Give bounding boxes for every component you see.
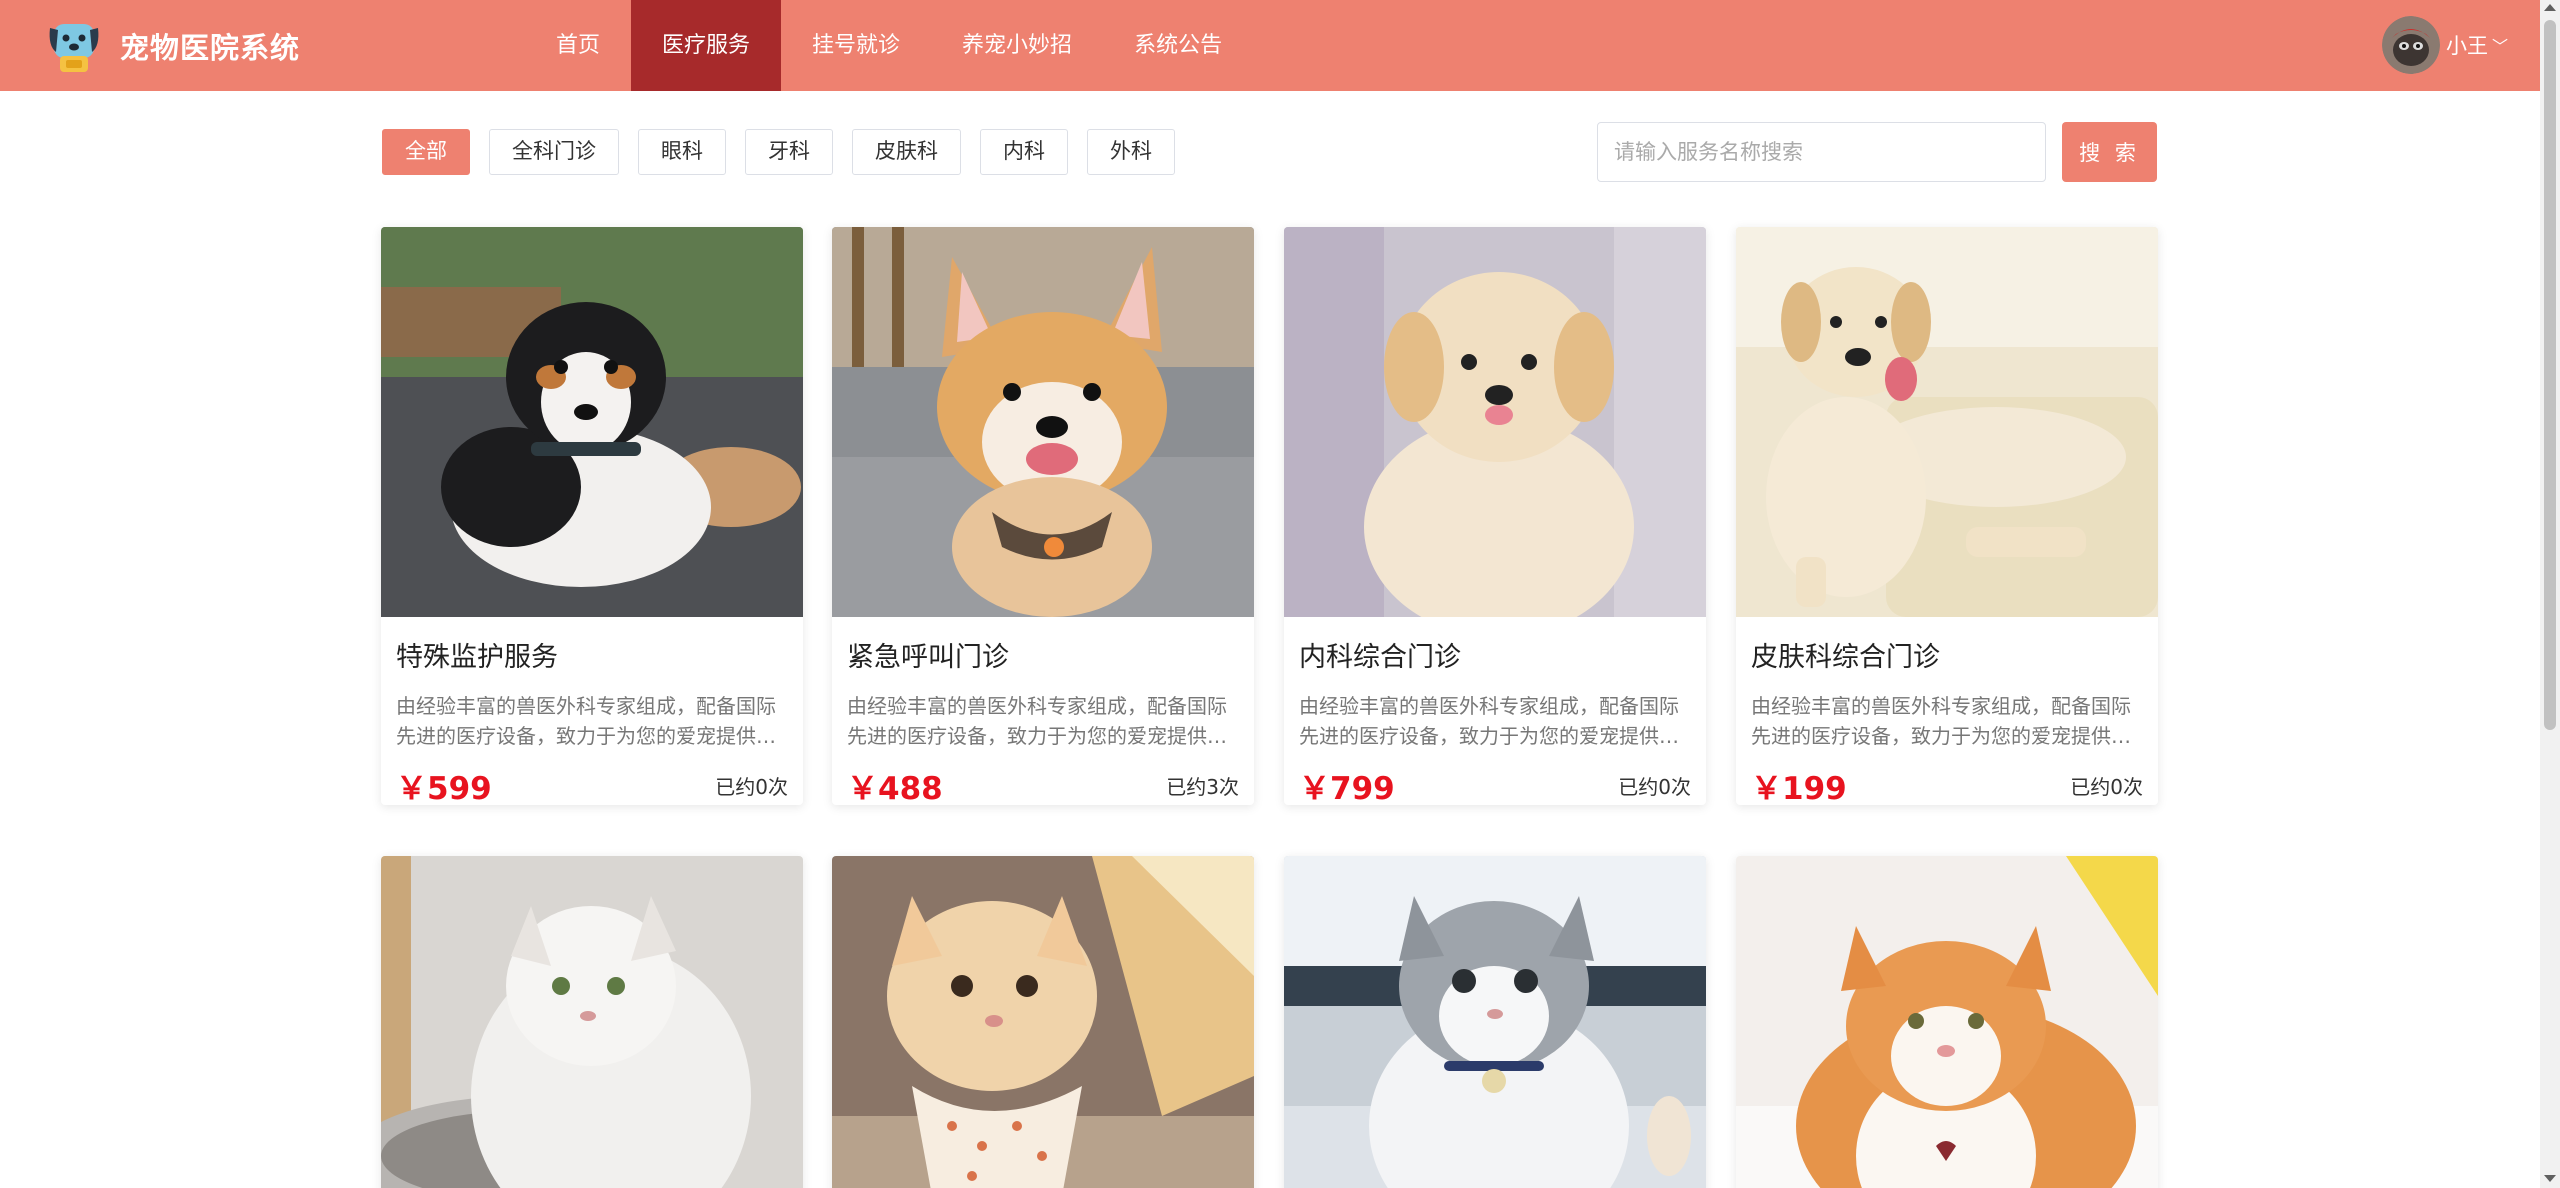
service-card[interactable]: 皮肤科综合门诊 由经验丰富的兽医外科专家组成，配备国际先进的医疗设备，致力于为您…	[1736, 227, 2158, 805]
orange-white-cat-photo	[1736, 856, 2158, 1188]
chevron-down-icon: ﹀	[2491, 37, 2508, 56]
filter-ophthalmology[interactable]: 眼科	[638, 129, 726, 175]
filter-surgery[interactable]: 外科	[1087, 129, 1175, 175]
main-nav: 首页 医疗服务 挂号就诊 养宠小妙招 系统公告	[525, 0, 1253, 91]
service-description: 由经验丰富的兽医外科专家组成，配备国际先进的医疗设备，致力于为您的爱宠提供专业服…	[396, 694, 776, 748]
scroll-down-arrow-icon[interactable]	[2544, 1175, 2556, 1182]
service-card[interactable]: 紧急呼叫门诊 由经验丰富的兽医外科专家组成，配备国际先进的医疗设备，致力于为您的…	[832, 227, 1254, 805]
search-button[interactable]: 搜 索	[2062, 122, 2157, 182]
service-title: 内科综合门诊	[1299, 642, 1461, 673]
category-filters: 全部 全科门诊 眼科 牙科 皮肤科 内科 外科	[382, 129, 1175, 175]
service-card[interactable]: 特殊监护服务 由经验丰富的兽医外科专家组成，配备国际先进的医疗设备，致力于为您的…	[381, 227, 803, 805]
filter-dental[interactable]: 牙科	[745, 129, 833, 175]
service-card[interactable]	[381, 856, 803, 1188]
grey-white-kitten-photo	[1284, 856, 1706, 1188]
search-input[interactable]	[1597, 122, 2046, 182]
nav-announcements[interactable]: 系统公告	[1103, 0, 1253, 91]
service-price: ￥199	[1751, 770, 1847, 806]
nav-home[interactable]: 首页	[525, 0, 631, 91]
white-persian-cat-photo	[381, 856, 803, 1188]
service-title: 紧急呼叫门诊	[847, 642, 1009, 673]
service-description: 由经验丰富的兽医外科专家组成，配备国际先进的医疗设备，致力于为您的爱宠提供专业服…	[847, 694, 1227, 748]
booked-count: 已约0次	[2070, 774, 2143, 799]
page-scrollbar[interactable]	[2540, 0, 2560, 1188]
user-menu[interactable]: 小王 ﹀	[2381, 16, 2508, 74]
service-title: 特殊监护服务	[396, 642, 558, 673]
corgi-puppy-photo	[832, 227, 1254, 617]
dog-face-icon	[49, 24, 99, 72]
service-title: 皮肤科综合门诊	[1751, 642, 1940, 673]
booked-count: 已约0次	[1618, 774, 1691, 799]
nav-registration[interactable]: 挂号就诊	[781, 0, 931, 91]
filter-all[interactable]: 全部	[382, 129, 470, 175]
nav-medical-services[interactable]: 医疗服务	[631, 0, 782, 91]
app-title: 宠物医院系统	[120, 31, 301, 65]
filter-internal[interactable]: 内科	[980, 129, 1068, 175]
ginger-kitten-photo	[832, 856, 1254, 1188]
booked-count: 已约0次	[715, 774, 788, 799]
filter-general[interactable]: 全科门诊	[489, 129, 619, 175]
logo[interactable]: 宠物医院系统	[44, 16, 300, 76]
user-name: 小王	[2445, 34, 2488, 58]
service-description: 由经验丰富的兽医外科专家组成，配备国际先进的医疗设备，致力于为您的爱宠提供专业服…	[1751, 694, 2131, 748]
service-card[interactable]	[832, 856, 1254, 1188]
service-card[interactable]: 内科综合门诊 由经验丰富的兽医外科专家组成，配备国际先进的医疗设备，致力于为您的…	[1284, 227, 1706, 805]
nav-pet-tips[interactable]: 养宠小妙招	[931, 0, 1103, 91]
service-price: ￥488	[847, 770, 943, 806]
tricolor-dog-photo	[381, 227, 803, 617]
avatar	[2381, 16, 2440, 74]
service-card[interactable]	[1284, 856, 1706, 1188]
scroll-thumb[interactable]	[2544, 20, 2556, 730]
golden-puppy-photo	[1284, 227, 1706, 617]
labrador-photo	[1736, 227, 2158, 617]
service-card[interactable]	[1736, 856, 2158, 1188]
service-price: ￥599	[396, 770, 492, 806]
booked-count: 已约3次	[1166, 774, 1239, 799]
service-price: ￥799	[1299, 770, 1395, 806]
service-description: 由经验丰富的兽医外科专家组成，配备国际先进的医疗设备，致力于为您的爱宠提供专业服…	[1299, 694, 1679, 748]
filter-dermatology[interactable]: 皮肤科	[852, 129, 961, 175]
top-header: 宠物医院系统 首页 医疗服务 挂号就诊 养宠小妙招 系统公告 小王 ﹀	[0, 0, 2540, 91]
scroll-up-arrow-icon[interactable]	[2544, 4, 2556, 11]
